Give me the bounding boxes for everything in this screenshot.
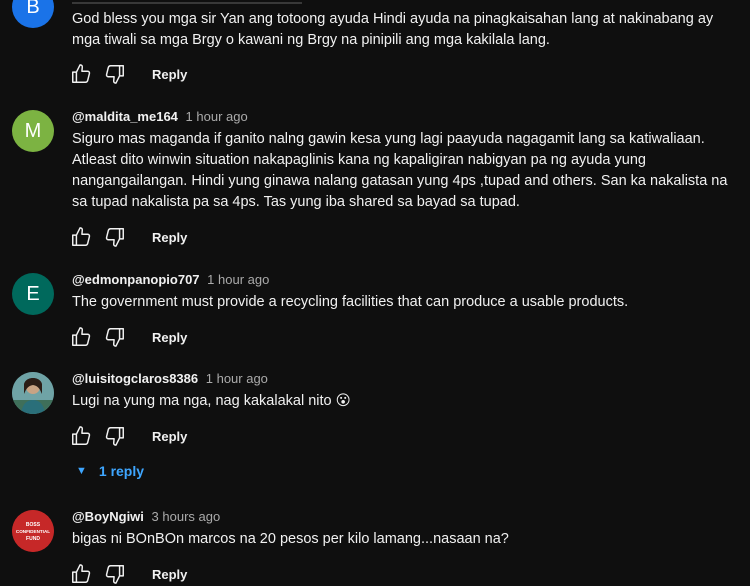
channel-logo-icon: BOSS CONFIDENTIAL FUND <box>12 510 54 552</box>
thumbs-down-icon[interactable] <box>104 425 126 447</box>
comment-meta: @luisitogclaros8386 1 hour ago <box>72 370 732 388</box>
timestamp[interactable]: 1 hour ago <box>207 272 269 287</box>
author-handle[interactable]: @luisitogclaros8386 <box>72 371 198 386</box>
thumbs-down-icon[interactable] <box>104 63 126 85</box>
reply-button[interactable]: Reply <box>152 429 187 444</box>
comment-text: God bless you mga sir Yan ang totoong ay… <box>72 11 714 48</box>
thumbs-down-icon[interactable] <box>104 226 126 248</box>
comment-text: Lugi na yung ma nga, nag kakalakal nito … <box>72 393 351 409</box>
timestamp[interactable]: 1 hour ago <box>206 371 268 386</box>
reply-button[interactable]: Reply <box>152 330 187 345</box>
svg-text:FUND: FUND <box>26 536 40 542</box>
author-handle[interactable]: @edmonpanopio707 <box>72 272 200 287</box>
author-handle[interactable]: @maldita_me164 <box>72 109 178 124</box>
profile-photo-icon <box>12 372 54 414</box>
reply-button[interactable]: Reply <box>152 230 187 245</box>
author-handle[interactable]: @BoyNgiwi <box>72 509 144 524</box>
avatar[interactable]: E <box>12 273 54 315</box>
thumbs-down-icon[interactable] <box>104 563 126 585</box>
timestamp[interactable]: 3 hours ago <box>152 509 221 524</box>
thumbs-up-icon[interactable] <box>70 326 92 348</box>
comment-meta: @BoyNgiwi 3 hours ago <box>72 508 732 526</box>
chevron-down-icon: ▼ <box>76 465 87 477</box>
thumbs-down-icon[interactable] <box>104 326 126 348</box>
avatar[interactable]: BOSS CONFIDENTIAL FUND <box>12 510 54 552</box>
reply-button[interactable]: Reply <box>152 567 187 582</box>
avatar[interactable] <box>12 372 54 414</box>
avatar[interactable]: B <box>12 0 54 28</box>
view-replies-button[interactable]: ▼ 1 reply <box>76 459 144 483</box>
comment-meta: @maldita_me164 1 hour ago <box>72 108 732 126</box>
thumbs-up-icon[interactable] <box>70 563 92 585</box>
thumbs-up-icon[interactable] <box>70 226 92 248</box>
comment-text: bigas ni BOnBOn marcos na 20 pesos per k… <box>72 531 509 547</box>
avatar[interactable]: M <box>12 110 54 152</box>
thumbs-up-icon[interactable] <box>70 63 92 85</box>
comment-meta: @edmonpanopio707 1 hour ago <box>72 271 732 289</box>
comment-text: The government must provide a recycling … <box>72 294 629 310</box>
replies-count: 1 reply <box>98 463 145 479</box>
comment-text: Siguro mas maganda if ganito nalng gawin… <box>72 131 728 210</box>
svg-text:BOSS: BOSS <box>26 522 41 528</box>
truncated-header <box>72 0 302 4</box>
thumbs-up-icon[interactable] <box>70 425 92 447</box>
reply-button[interactable]: Reply <box>152 67 187 82</box>
svg-text:CONFIDENTIAL: CONFIDENTIAL <box>16 529 50 534</box>
timestamp[interactable]: 1 hour ago <box>186 109 248 124</box>
